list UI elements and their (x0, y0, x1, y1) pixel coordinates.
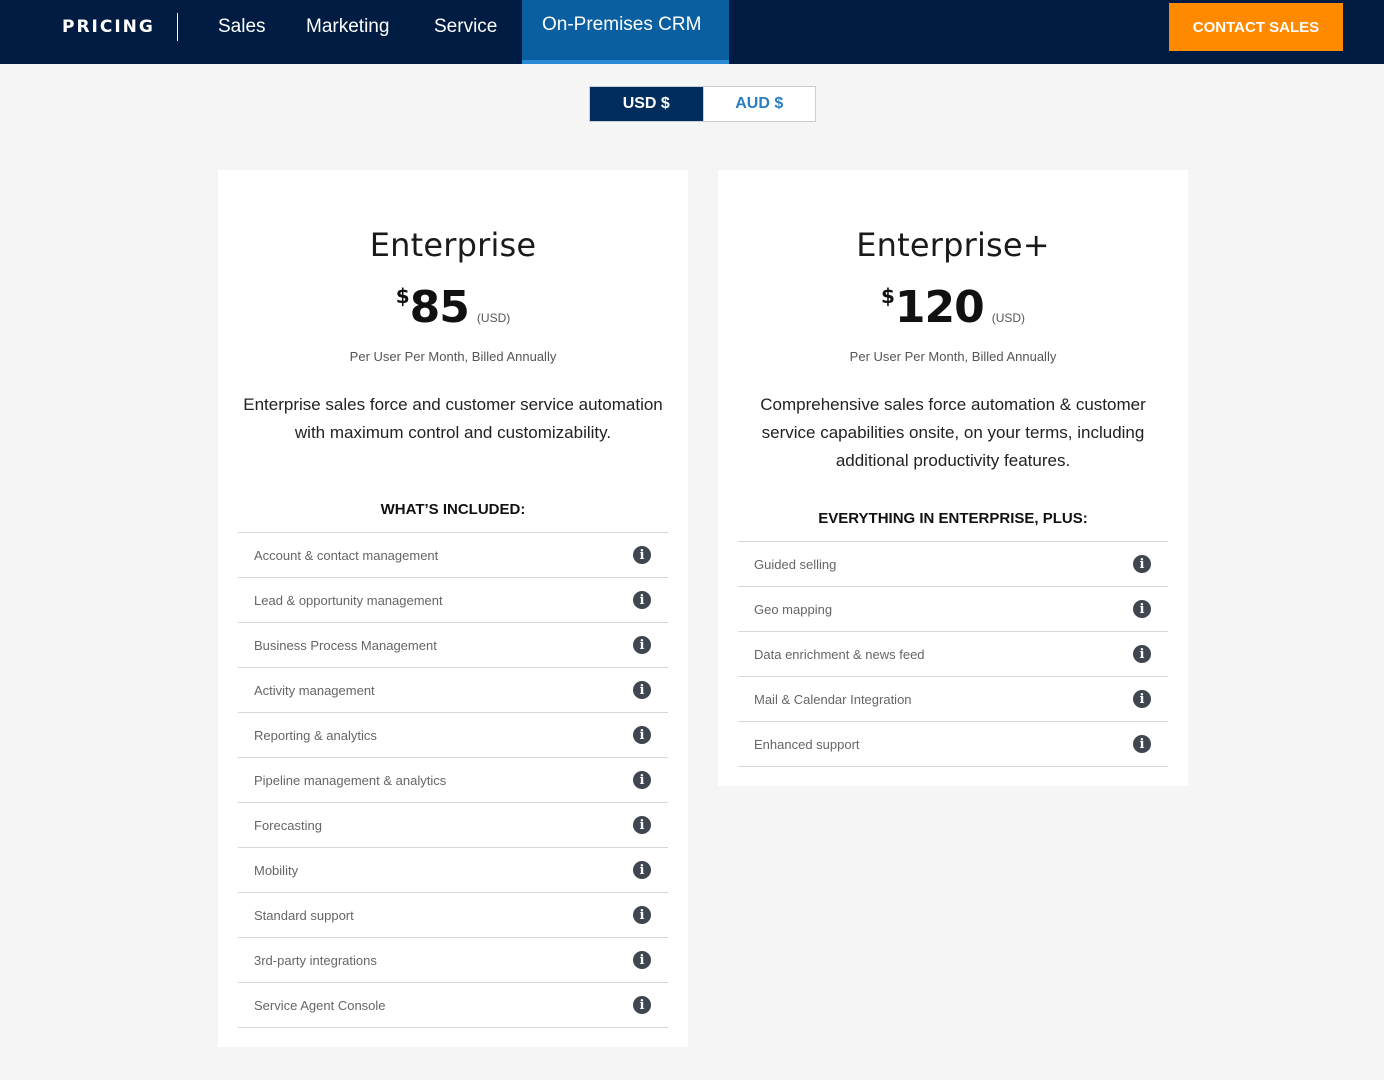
feature-row: Enhanced support i (738, 722, 1168, 767)
feature-name: Service Agent Console (254, 997, 386, 1013)
billing-note: Per User Per Month, Billed Annually (849, 349, 1057, 364)
feature-list: Account & contact management i Lead & oppo… (238, 532, 668, 1028)
feature-row: Reporting & analytics i (238, 713, 668, 758)
info-icon[interactable]: i (633, 636, 651, 654)
features-heading: WHAT’S INCLUDED: (380, 501, 526, 518)
top-nav: PRICING Sales Marketing Service On-Premi… (0, 0, 1384, 64)
feature-name: Geo mapping (754, 601, 833, 617)
feature-row: Mail & Calendar Integration i (738, 677, 1168, 722)
info-icon[interactable]: i (633, 951, 651, 969)
info-icon[interactable]: i (633, 996, 651, 1014)
feature-row: Activity management i (238, 668, 668, 713)
info-icon[interactable]: i (633, 861, 651, 879)
feature-name: Mobility (254, 862, 299, 878)
info-icon[interactable]: i (633, 906, 651, 924)
feature-name: Data enrichment & news feed (754, 646, 925, 662)
feature-row: 3rd-party integrations i (238, 938, 668, 983)
tab-marketing[interactable]: Marketing (306, 0, 389, 64)
feature-name: Mail & Calendar Integration (754, 691, 912, 707)
info-icon[interactable]: i (633, 726, 651, 744)
tab-on-premises-crm[interactable]: On-Premises CRM (522, 0, 729, 64)
info-icon[interactable]: i (633, 546, 651, 564)
price-currency-code: (USD) (991, 311, 1026, 325)
feature-row: Lead & opportunity management i (238, 578, 668, 623)
brand-divider (177, 13, 178, 41)
feature-name: Reporting & analytics (254, 727, 377, 743)
feature-row: Pipeline management & analytics i (238, 758, 668, 803)
feature-name: Standard support (254, 907, 354, 923)
feature-name: Activity management (254, 682, 375, 698)
plan-card-enterprise-plus: Enterprise+ $120 (USD) Per User Per Month… (718, 170, 1188, 786)
info-icon[interactable]: i (633, 591, 651, 609)
feature-name: Forecasting (254, 817, 322, 833)
currency-aud-button[interactable]: AUD $ (702, 87, 815, 121)
plan-price: $120 (USD) (718, 282, 1188, 333)
info-icon[interactable]: i (633, 681, 651, 699)
price-currency-symbol: $ (395, 284, 410, 308)
feature-name: Guided selling (754, 556, 837, 572)
price-currency-symbol: $ (880, 284, 895, 308)
feature-name: Lead & opportunity management (254, 592, 443, 608)
tab-sales[interactable]: Sales (218, 0, 266, 64)
price-currency-code: (USD) (476, 311, 511, 325)
feature-row: Standard support i (238, 893, 668, 938)
feature-row: Data enrichment & news feed i (738, 632, 1168, 677)
price-amount: 85 (409, 282, 470, 333)
features-heading: EVERYTHING IN ENTERPRISE, PLUS: (818, 510, 1088, 527)
feature-name: Enhanced support (754, 736, 860, 752)
feature-name: Business Process Management (254, 637, 437, 653)
feature-row: Service Agent Console i (238, 983, 668, 1028)
info-icon[interactable]: i (1133, 645, 1151, 663)
info-icon[interactable]: i (633, 816, 651, 834)
brand-label[interactable]: PRICING (62, 17, 155, 37)
info-icon[interactable]: i (1133, 735, 1151, 753)
currency-toggle: USD $ AUD $ (589, 86, 816, 122)
contact-sales-button[interactable]: CONTACT SALES (1169, 3, 1343, 51)
feature-row: Business Process Management i (238, 623, 668, 668)
plan-description: Comprehensive sales force automation & c… (760, 395, 1146, 470)
price-amount: 120 (894, 282, 985, 333)
plan-price: $85 (USD) (218, 282, 688, 333)
info-icon[interactable]: i (1133, 555, 1151, 573)
feature-row: Guided selling i (738, 542, 1168, 587)
feature-name: Pipeline management & analytics (254, 772, 447, 788)
billing-note: Per User Per Month, Billed Annually (349, 349, 557, 364)
feature-row: Geo mapping i (738, 587, 1168, 632)
currency-usd-button[interactable]: USD $ (590, 87, 703, 121)
plan-title: Enterprise+ (856, 226, 1050, 264)
plan-card-enterprise: Enterprise $85 (USD) Per User Per Month, … (218, 170, 688, 1047)
info-icon[interactable]: i (633, 771, 651, 789)
feature-name: Account & contact management (254, 547, 439, 563)
plan-description: Enterprise sales force and customer serv… (243, 395, 663, 442)
feature-row: Account & contact management i (238, 533, 668, 578)
tab-service[interactable]: Service (434, 0, 497, 64)
feature-row: Forecasting i (238, 803, 668, 848)
feature-row: Mobility i (238, 848, 668, 893)
feature-name: 3rd-party integrations (254, 952, 377, 968)
plan-title: Enterprise (369, 226, 537, 264)
feature-list: Guided selling i Geo mapping i Data enrichme… (738, 541, 1168, 767)
info-icon[interactable]: i (1133, 600, 1151, 618)
info-icon[interactable]: i (1133, 690, 1151, 708)
